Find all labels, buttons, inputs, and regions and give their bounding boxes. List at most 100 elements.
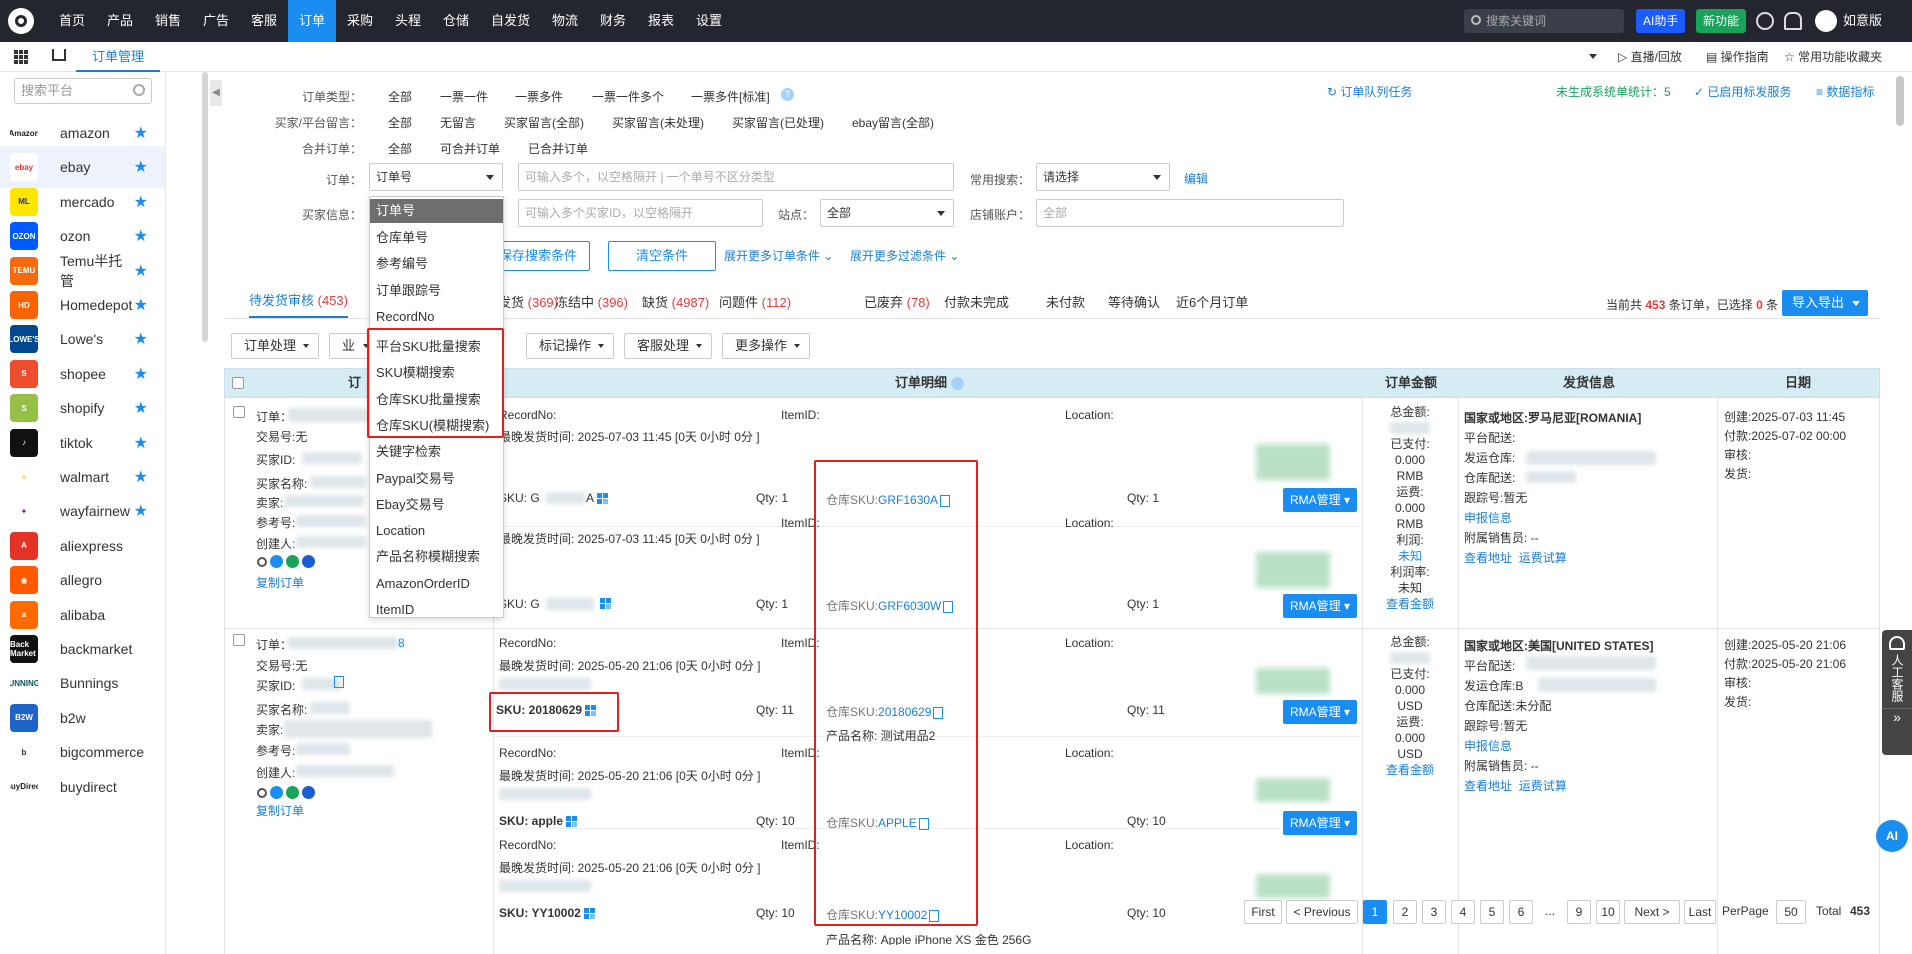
copy-order-link[interactable]: 复制订单 <box>256 574 304 591</box>
per-page-input[interactable]: 50 <box>1776 900 1806 924</box>
star-icon[interactable]: ★ <box>134 157 148 177</box>
platform-search-input[interactable]: 搜索平台 <box>14 78 152 104</box>
app-logo-icon[interactable] <box>8 8 34 34</box>
enabled-service-link[interactable]: ✓ 已启用标发服务 <box>1694 83 1791 100</box>
freight-trial-link[interactable]: 运费试算 <box>1519 551 1567 565</box>
tab-order-management[interactable]: 订单管理 <box>76 42 161 72</box>
page-number-button[interactable]: 9 <box>1567 900 1591 924</box>
filter-option[interactable]: 一票一件多个 <box>592 88 664 105</box>
avatar[interactable] <box>1815 10 1837 32</box>
filter-option[interactable]: 一票多件 <box>515 88 563 105</box>
common-search-select[interactable]: 请选择 <box>1036 163 1170 191</box>
nav-item[interactable]: 广告 <box>192 0 240 42</box>
order-field-select[interactable]: 订单号 <box>369 163 503 191</box>
chevron-down-icon[interactable] <box>1589 54 1597 59</box>
ungenerated-stat[interactable]: 未生成系统单统计：5 <box>1556 83 1671 100</box>
new-feature-button[interactable]: 新功能 <box>1696 9 1747 33</box>
star-icon[interactable]: ★ <box>134 467 148 487</box>
dropdown-option[interactable]: AmazonOrderID <box>370 572 503 596</box>
apps-grid-icon[interactable] <box>14 50 28 64</box>
star-icon[interactable]: ★ <box>134 261 148 281</box>
edit-link[interactable]: 编辑 <box>1184 170 1208 187</box>
filter-option[interactable]: 已合并订单 <box>528 140 588 157</box>
first-page-button[interactable]: First <box>1244 900 1282 924</box>
order-number-input[interactable]: 可输入多个，以空格隔开 | 一个单号不区分类型 <box>518 163 954 191</box>
dollar-icon[interactable] <box>270 555 283 569</box>
favorites-link[interactable]: ☆ 常用功能收藏夹 <box>1784 42 1882 72</box>
package-icon[interactable] <box>286 786 299 800</box>
star-icon[interactable]: ★ <box>134 329 148 349</box>
sku-grid-icon[interactable] <box>584 908 596 920</box>
status-tab[interactable]: 付款未完成 <box>944 292 1009 311</box>
dropdown-option[interactable]: 仓库单号 <box>370 226 503 250</box>
view-amount-link[interactable]: 查看金额 <box>1386 597 1434 611</box>
filter-option[interactable]: 买家留言(已处理) <box>732 114 824 131</box>
tab-pending-review[interactable]: 待发货审核 (453) <box>249 284 348 318</box>
rma-manage-button[interactable]: RMA管理 ▾ <box>1283 700 1358 724</box>
nav-item[interactable]: 自发货 <box>480 0 541 42</box>
sku-grid-icon[interactable] <box>600 598 611 609</box>
order-process-button[interactable]: 订单处理 <box>231 333 320 359</box>
site-select[interactable]: 全部 <box>820 199 954 227</box>
nav-item[interactable]: 销售 <box>144 0 192 42</box>
dropdown-option[interactable]: 产品名称模糊搜索 <box>370 545 503 569</box>
nav-item[interactable]: 头程 <box>384 0 432 42</box>
filter-option[interactable]: 全部 <box>388 114 412 131</box>
star-icon[interactable]: ★ <box>134 501 148 521</box>
filter-option[interactable]: 一票一件 <box>440 88 488 105</box>
nav-item[interactable]: 设置 <box>685 0 733 42</box>
page-number-button[interactable]: 4 <box>1451 900 1475 924</box>
order-queue-task-link[interactable]: ↻ 订单队列任务 <box>1327 83 1412 100</box>
page-number-button[interactable]: 1 <box>1363 900 1387 924</box>
global-search-input[interactable]: 搜索关键词 <box>1464 9 1624 33</box>
filter-option[interactable]: 全部 <box>388 140 412 157</box>
filter-option[interactable]: 可合并订单 <box>440 140 500 157</box>
filter-option[interactable]: 无留言 <box>440 114 476 131</box>
filter-option[interactable]: 买家留言(全部) <box>504 114 584 131</box>
copy-order-link[interactable]: 复制订单 <box>256 802 304 819</box>
help-icon[interactable]: ? <box>781 88 794 101</box>
select-all-checkbox[interactable] <box>232 377 244 389</box>
declaration-link[interactable]: 申报信息 <box>1464 511 1512 525</box>
customer-service-button[interactable]: 客服处理 <box>624 333 713 359</box>
platform-sku[interactable]: SKU: apple <box>499 814 578 828</box>
status-tab[interactable]: 缺货 (4987) <box>642 292 709 311</box>
dropdown-option[interactable]: ItemID <box>370 598 503 622</box>
filter-option[interactable]: 买家留言(未处理) <box>612 114 704 131</box>
document-icon[interactable] <box>334 676 344 688</box>
page-number-button[interactable]: 3 <box>1422 900 1446 924</box>
star-icon[interactable]: ★ <box>134 364 148 384</box>
info-icon[interactable] <box>302 555 315 569</box>
expand-order-conditions-link[interactable]: 展开更多订单条件 ⌄ <box>724 247 833 264</box>
view-amount-link[interactable]: 查看金额 <box>1386 763 1434 777</box>
status-tab[interactable]: 未付款 <box>1046 292 1085 311</box>
filter-option[interactable]: 全部 <box>388 88 412 105</box>
user-name[interactable]: 如意版 <box>1843 0 1882 42</box>
star-icon[interactable]: ★ <box>134 226 148 246</box>
download-icon[interactable] <box>1756 12 1774 30</box>
clear-conditions-button[interactable]: 清空条件 <box>608 241 716 271</box>
store-account-input[interactable]: 全部 <box>1036 199 1344 227</box>
nav-item[interactable]: 采购 <box>336 0 384 42</box>
rma-manage-button[interactable]: RMA管理 ▾ <box>1283 594 1358 618</box>
star-icon[interactable]: ★ <box>134 398 148 418</box>
customer-service-float[interactable]: 人工客服 » <box>1882 630 1912 755</box>
headset-icon[interactable] <box>1784 12 1802 30</box>
rma-manage-button[interactable]: RMA管理 ▾ <box>1283 811 1358 835</box>
dropdown-option[interactable]: Paypal交易号 <box>370 467 503 491</box>
home-icon[interactable] <box>52 49 66 61</box>
star-icon[interactable]: ★ <box>134 123 148 143</box>
sku-grid-icon[interactable] <box>585 705 597 717</box>
filter-option[interactable]: 一票多件[标准] <box>691 88 770 105</box>
package-icon[interactable] <box>286 555 299 569</box>
previous-page-button[interactable]: < Previous <box>1286 900 1358 924</box>
dropdown-option[interactable]: Ebay交易号 <box>370 493 503 517</box>
import-export-button[interactable]: 导入导出 <box>1782 290 1869 316</box>
nav-item[interactable]: 首页 <box>48 0 96 42</box>
row-checkbox[interactable] <box>233 406 245 418</box>
status-tab[interactable]: 近6个月订单 <box>1176 292 1248 311</box>
status-tab[interactable]: 问题件 (112) <box>719 292 791 311</box>
next-page-button[interactable]: Next > <box>1624 900 1680 924</box>
dropdown-option[interactable]: Location <box>370 519 503 543</box>
expand-filter-conditions-link[interactable]: 展开更多过滤条件 ⌄ <box>850 247 959 264</box>
